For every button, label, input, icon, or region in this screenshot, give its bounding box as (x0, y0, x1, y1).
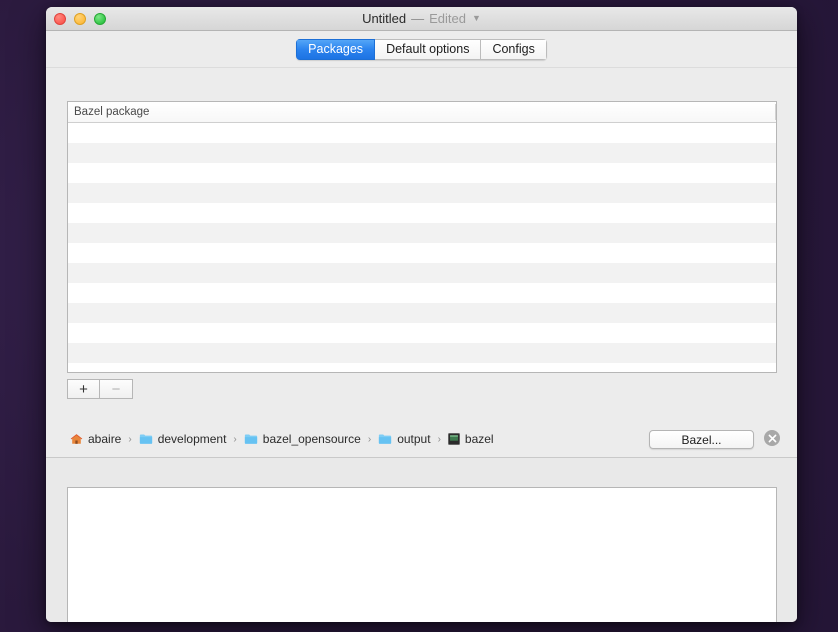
table-header-row: Bazel package (68, 102, 776, 123)
breadcrumb-label: bazel (464, 432, 494, 446)
tab-bar: Packages Default options Configs (46, 31, 797, 68)
choose-bazel-button[interactable]: Bazel... (649, 430, 754, 449)
window-title: Untitled — Edited ▼ (46, 7, 797, 30)
packages-table[interactable]: Bazel package (67, 101, 777, 373)
packages-pane: Bazel package + − (46, 68, 797, 421)
remove-package-button[interactable]: − (100, 379, 133, 399)
tab-default-options[interactable]: Default options (375, 38, 482, 60)
folder-icon (139, 433, 153, 445)
breadcrumb-label: output (397, 432, 431, 446)
path-bar: abaire › development › bazel_opensource … (46, 421, 797, 457)
breadcrumb-label: bazel_opensource (262, 432, 361, 446)
breadcrumb-separator: › (367, 433, 372, 445)
table-row[interactable] (68, 123, 776, 143)
window-titlebar: Untitled — Edited ▼ (46, 7, 797, 31)
tab-configs[interactable]: Configs (481, 38, 547, 60)
table-row[interactable] (68, 263, 776, 283)
table-row[interactable] (68, 223, 776, 243)
breadcrumb-item-development[interactable]: development (139, 432, 227, 446)
table-row[interactable] (68, 283, 776, 303)
breadcrumb-item-bazel-opensource[interactable]: bazel_opensource (244, 432, 361, 446)
breadcrumb-separator: › (437, 433, 441, 445)
breadcrumb-item-abaire[interactable]: abaire (70, 432, 121, 446)
table-row[interactable] (68, 243, 776, 263)
tab-packages[interactable]: Packages (296, 38, 376, 60)
add-package-button[interactable]: + (67, 379, 100, 399)
breadcrumb: abaire › development › bazel_opensource … (70, 421, 494, 457)
home-icon (70, 433, 83, 446)
table-add-remove-controls: + − (67, 379, 133, 399)
breadcrumb-item-bazel[interactable]: bazel (447, 432, 494, 446)
breadcrumb-label: abaire (88, 432, 122, 446)
title-separator: — (411, 11, 425, 26)
document-edited-state: Edited (429, 11, 467, 26)
folder-icon (378, 433, 392, 445)
column-resize-handle[interactable] (775, 104, 776, 120)
breadcrumb-separator: › (233, 433, 237, 445)
output-pane (46, 458, 797, 622)
table-row[interactable] (68, 163, 776, 183)
chevron-down-icon[interactable]: ▼ (472, 14, 481, 23)
document-title: Untitled (362, 11, 407, 26)
folder-icon (244, 433, 258, 445)
column-header-bazel-package[interactable]: Bazel package (68, 106, 149, 118)
table-row[interactable] (68, 143, 776, 163)
table-row[interactable] (68, 203, 776, 223)
table-row[interactable] (68, 343, 776, 363)
breadcrumb-item-output[interactable]: output (378, 432, 431, 446)
table-body[interactable] (68, 123, 776, 372)
breadcrumb-separator: › (128, 433, 132, 445)
clear-circle-x-icon[interactable] (764, 430, 780, 446)
table-row[interactable] (68, 323, 776, 343)
output-textarea[interactable] (67, 487, 777, 622)
table-row[interactable] (68, 183, 776, 203)
breadcrumb-label: development (157, 432, 227, 446)
table-row[interactable] (68, 363, 776, 372)
executable-icon (447, 433, 460, 445)
table-row[interactable] (68, 303, 776, 323)
segmented-tab-control: Packages Default options Configs (296, 38, 547, 60)
app-window: Untitled — Edited ▼ Packages Default opt… (46, 7, 797, 622)
